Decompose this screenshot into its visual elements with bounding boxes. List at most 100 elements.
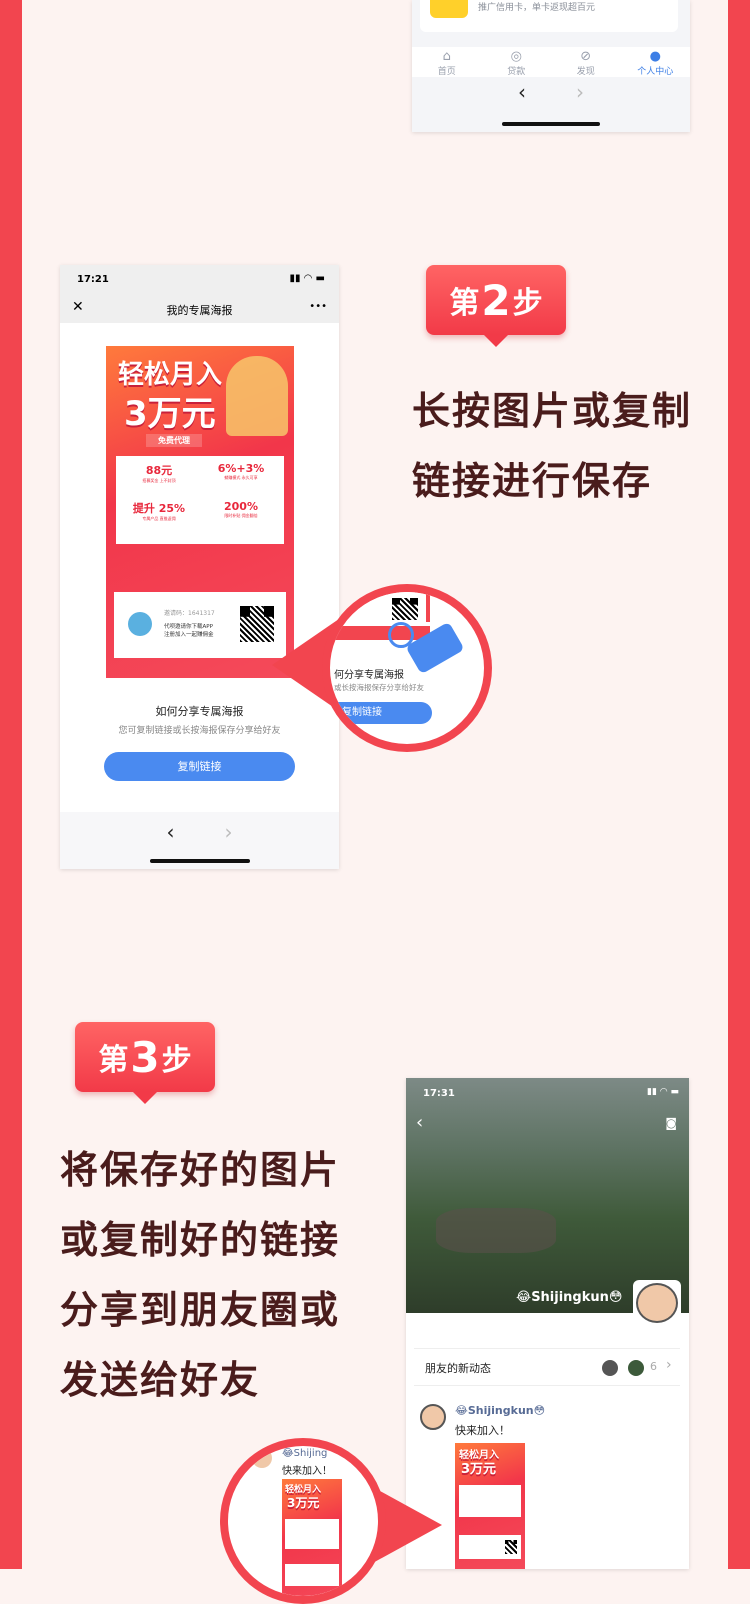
- chevron-right-icon: ›: [666, 1357, 672, 1373]
- profile-avatar[interactable]: [633, 1280, 681, 1326]
- qr-code: [503, 1538, 519, 1556]
- poster-amount: 3万元: [124, 394, 216, 434]
- post-avatar[interactable]: [420, 1404, 446, 1430]
- back-button[interactable]: ‹: [518, 80, 526, 108]
- zoomed-invite: [285, 1564, 339, 1586]
- stat-desc: 限时补贴 佣金翻倍: [224, 513, 258, 518]
- credit-card-promo[interactable]: 推广信用卡，单卡返现超百元: [420, 0, 678, 32]
- tab-label: 发现: [576, 67, 595, 77]
- thumb-amount: 3万元: [461, 1462, 497, 1477]
- thumb-card: [459, 1485, 521, 1517]
- qr-code: [238, 604, 276, 644]
- status-icons: ▮▮ ◠ ▬: [289, 273, 325, 284]
- step1-phone: 推广信用卡，单卡返现超百元 ⌂ 首页 ◎ 贷款 ⊘ 发现 ● 个人中心 ‹ ›: [412, 0, 690, 132]
- stat-desc: 招募奖金 上不封顶: [142, 478, 176, 483]
- qr-code: [390, 596, 420, 622]
- invite-text: 注册加入一起赚佣金: [164, 632, 214, 638]
- tab-home[interactable]: ⌂ 首页: [412, 49, 482, 77]
- stat: 6%+3% 躺赚模式 永久可享: [200, 462, 282, 500]
- forward-button[interactable]: ›: [576, 80, 584, 108]
- badge-number: 2: [481, 275, 511, 325]
- village: [436, 1208, 556, 1253]
- stat-value: 88元: [145, 464, 173, 477]
- badge-prefix: 第: [449, 286, 480, 321]
- back-button[interactable]: ‹: [416, 1112, 423, 1133]
- badge-number: 3: [130, 1032, 160, 1082]
- step2-phone: 17:21 ▮▮ ◠ ▬ ✕ 我的专属海报 ••• 轻松月入 3万元 免费代理 …: [60, 265, 339, 869]
- stat-value: 6%+3%: [217, 462, 265, 475]
- tab-label: 首页: [437, 67, 456, 77]
- browser-nav: ‹ ›: [412, 80, 690, 108]
- zoomed-poster: 轻松月入 3万元: [282, 1479, 342, 1596]
- more-button[interactable]: •••: [309, 301, 327, 312]
- step2-badge: 第2步: [426, 265, 566, 347]
- tab-label: 贷款: [507, 67, 526, 77]
- badge-suffix: 步: [512, 286, 543, 321]
- stat-value: 提升 25%: [132, 502, 186, 515]
- loan-icon: ◎: [510, 49, 522, 64]
- zoomed-desc: 或长按海报保存分享给好友: [334, 683, 424, 692]
- zoomed-card: [285, 1519, 339, 1549]
- home-indicator: [502, 122, 600, 126]
- home-icon: ⌂: [442, 49, 451, 64]
- stat: 88元 招募奖金 上不封顶: [118, 462, 200, 500]
- poster-image[interactable]: 轻松月入 3万元 免费代理 88元 招募奖金 上不封顶 6%+3% 躺赚模式 永久可…: [106, 346, 294, 678]
- tab-bar: ⌂ 首页 ◎ 贷款 ⊘ 发现 ● 个人中心: [412, 47, 690, 77]
- zoomed-amount: 3万元: [287, 1496, 320, 1510]
- post-text: 快来加入！: [455, 1424, 510, 1437]
- badge-suffix: 步: [161, 1043, 192, 1078]
- instruction-line: 分享到朋友圈或: [60, 1288, 341, 1332]
- page-title: 我的专属海报: [166, 304, 233, 317]
- stat-desc: 专属产品 直推返佣: [142, 516, 176, 521]
- stat-value: 200%: [224, 500, 258, 513]
- post-image[interactable]: 轻松月入 3万元: [455, 1443, 525, 1569]
- instruction-line: 将保存好的图片: [60, 1148, 341, 1192]
- zoomed-title: 何分享专属海报: [334, 670, 404, 681]
- thumb-invite: [459, 1535, 521, 1559]
- instruction-line: 或复制好的链接: [60, 1218, 341, 1262]
- tab-discover[interactable]: ⊘ 发现: [551, 49, 621, 77]
- stats-card: 88元 招募奖金 上不封顶 6%+3% 躺赚模式 永久可享 提升 25% 专属产品 直…: [116, 456, 284, 544]
- status-time: 17:21: [77, 274, 109, 285]
- status-time: 17:31: [423, 1088, 455, 1099]
- instruction-line: 链接进行保存: [412, 459, 653, 503]
- friends-count: 6: [650, 1360, 657, 1373]
- compass-icon: ⊘: [580, 49, 592, 64]
- share-desc: 您可复制链接或长按海报保存分享给好友: [118, 726, 281, 736]
- left-border: [0, 0, 22, 1569]
- zoomed-copy-button: 复制链接: [330, 702, 432, 724]
- poster-tag: 免费代理: [146, 434, 202, 447]
- avatar: [128, 612, 152, 636]
- tab-label: 个人中心: [637, 67, 674, 77]
- invite-card: 邀请码：1641317 代呗邀请你下载APP 注册加入一起赚佣金: [114, 592, 286, 658]
- copy-link-button[interactable]: 复制链接: [104, 752, 295, 781]
- promo-text: 推广信用卡，单卡返现超百元: [478, 3, 596, 13]
- card-icon: [430, 0, 468, 18]
- step3-phone: 17:31 ▮▮ ◠ ▬ ‹ ◙ 😂Shijingkun😳 朋友的新动态 6 ›…: [406, 1078, 689, 1569]
- invite-text: 代呗邀请你下载APP: [164, 624, 213, 630]
- friend-avatar: [602, 1360, 618, 1376]
- friend-avatar: [628, 1360, 644, 1376]
- cover-photo[interactable]: 17:31 ▮▮ ◠ ▬ ‹ ◙ 😂Shijingkun😳: [406, 1078, 689, 1313]
- friends-updates-row[interactable]: 朋友的新动态 6 ›: [414, 1348, 680, 1386]
- zoomed-avatar: [252, 1448, 272, 1468]
- tab-profile[interactable]: ● 个人中心: [621, 49, 691, 77]
- tab-loan[interactable]: ◎ 贷款: [482, 49, 552, 77]
- profile-name: 😂Shijingkun😳: [516, 1290, 623, 1305]
- home-indicator: [150, 859, 250, 863]
- step3-badge: 第3步: [75, 1022, 215, 1104]
- header: 17:21 ▮▮ ◠ ▬ ✕ 我的专属海报 •••: [60, 265, 339, 323]
- illustration: [226, 356, 288, 436]
- camera-icon[interactable]: ◙: [665, 1116, 677, 1130]
- invite-code: 邀请码：1641317: [164, 610, 215, 617]
- stat: 提升 25% 专属产品 直推返佣: [118, 500, 200, 538]
- stat: 200% 限时补贴 佣金翻倍: [200, 500, 282, 538]
- status-icons: ▮▮ ◠ ▬: [647, 1087, 679, 1097]
- post-author[interactable]: 😂Shijingkun😳: [455, 1404, 545, 1417]
- instruction-line: 长按图片或复制: [412, 389, 693, 433]
- magnifier-circle: 何分享专属海报 或长按海报保存分享给好友 复制链接: [322, 584, 492, 752]
- zoomed-text: 快来加入！: [282, 1466, 332, 1477]
- step2-instructions: 长按图片或复制 链接进行保存: [412, 376, 692, 516]
- user-icon: ●: [649, 49, 661, 64]
- magnifier-circle: 😂Shijing 快来加入！ 轻松月入 3万元: [220, 1438, 386, 1604]
